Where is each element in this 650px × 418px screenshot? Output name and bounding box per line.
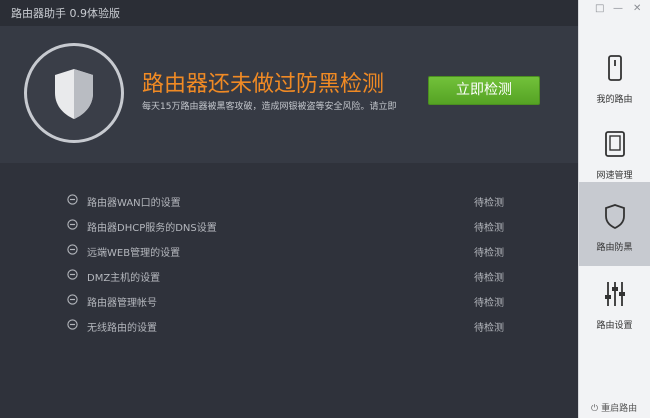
detect-now-button[interactable]: 立即检测 bbox=[428, 76, 540, 105]
check-row: 路由器DHCP服务的DNS设置 待检测 bbox=[0, 215, 578, 235]
reboot-router-label: 重启路由 bbox=[601, 404, 638, 414]
pending-icon bbox=[67, 319, 78, 330]
check-status: 待检测 bbox=[474, 323, 504, 334]
shield-icon bbox=[55, 69, 93, 119]
check-row: 路由器管理帐号 待检测 bbox=[0, 290, 578, 310]
check-status: 待检测 bbox=[474, 298, 504, 309]
hero-title: 路由器还未做过防黑检测 bbox=[142, 72, 385, 97]
check-label: 路由器管理帐号 bbox=[87, 298, 157, 309]
shield-icon bbox=[605, 204, 625, 230]
sliders-icon bbox=[605, 282, 625, 306]
hero-subtitle: 每天15万路由器被黑客攻破，造成网银被盗等安全风险。请立即 bbox=[142, 102, 397, 112]
check-row: 路由器WAN口的设置 待检测 bbox=[0, 190, 578, 210]
check-status: 待检测 bbox=[474, 223, 504, 234]
shield-badge bbox=[24, 43, 124, 143]
check-label: DMZ主机的设置 bbox=[87, 273, 161, 284]
check-label: 路由器WAN口的设置 bbox=[87, 198, 181, 209]
sidebar-item-label: 路由防黑 bbox=[596, 243, 633, 253]
feedback-icon[interactable]: □ bbox=[595, 3, 604, 15]
check-status: 待检测 bbox=[474, 248, 504, 259]
check-row: 无线路由的设置 待检测 bbox=[0, 315, 578, 335]
check-row: DMZ主机的设置 待检测 bbox=[0, 265, 578, 285]
pending-icon bbox=[67, 194, 78, 205]
power-icon: ⏻ bbox=[591, 404, 599, 414]
tablet-icon bbox=[605, 131, 625, 157]
check-status: 待检测 bbox=[474, 273, 504, 284]
window-controls: □ — ✕ bbox=[591, 3, 647, 17]
check-status: 待检测 bbox=[474, 198, 504, 209]
sidebar: □ — ✕ 我的路由 网速管理 路由防黑 路由设置 ⏻ 重启路由 bbox=[578, 0, 650, 418]
minimize-icon[interactable]: — bbox=[613, 3, 623, 15]
hero-section: 路由器还未做过防黑检测 每天15万路由器被黑客攻破，造成网银被盗等安全风险。请立… bbox=[0, 26, 578, 163]
sidebar-item-my-router[interactable]: 我的路由 bbox=[579, 34, 650, 118]
main-panel: 路由器助手 0.9体验版 路由器还未做过防黑检测 每天15万路由器被黑客攻破，造… bbox=[0, 0, 578, 418]
title-bar[interactable]: 路由器助手 0.9体验版 bbox=[0, 0, 578, 26]
pending-icon bbox=[67, 219, 78, 230]
check-label: 路由器DHCP服务的DNS设置 bbox=[87, 223, 217, 234]
sidebar-item-security[interactable]: 路由防黑 bbox=[579, 182, 650, 266]
pending-icon bbox=[67, 244, 78, 255]
sidebar-item-settings[interactable]: 路由设置 bbox=[579, 260, 650, 344]
sidebar-item-label: 路由设置 bbox=[596, 321, 633, 331]
router-icon bbox=[608, 55, 622, 81]
app-title: 路由器助手 0.9体验版 bbox=[11, 7, 120, 20]
reboot-router-button[interactable]: ⏻ 重启路由 bbox=[591, 401, 637, 414]
check-label: 无线路由的设置 bbox=[87, 323, 157, 334]
pending-icon bbox=[67, 269, 78, 280]
sidebar-item-label: 网速管理 bbox=[596, 171, 633, 181]
check-row: 远端WEB管理的设置 待检测 bbox=[0, 240, 578, 260]
sidebar-item-label: 我的路由 bbox=[596, 95, 633, 105]
check-label: 远端WEB管理的设置 bbox=[87, 248, 181, 259]
close-icon[interactable]: ✕ bbox=[633, 3, 641, 15]
pending-icon bbox=[67, 294, 78, 305]
